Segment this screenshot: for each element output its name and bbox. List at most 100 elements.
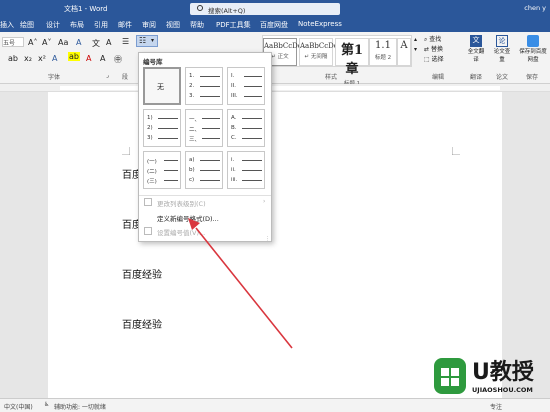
- format-line: [244, 86, 262, 87]
- select-button[interactable]: ⬚ 选择: [424, 55, 444, 65]
- format-line: [200, 160, 220, 161]
- editing-group-label: 编辑: [432, 74, 445, 81]
- font-case-icon[interactable]: Aa: [58, 38, 68, 47]
- translate-button[interactable]: 文 全文翻译: [466, 35, 486, 63]
- format-number: iii.: [231, 177, 238, 183]
- format-line: [158, 118, 178, 119]
- numbering-format-chinese-paren[interactable]: (一) (二) (三): [143, 151, 181, 189]
- tab-design[interactable]: 设计: [46, 20, 60, 30]
- tab-noteexpress[interactable]: NoteExpress: [298, 20, 342, 28]
- crop-mark-tl: [122, 147, 130, 155]
- paragraph-3[interactable]: 百度经验: [122, 266, 162, 281]
- tab-pdf-tools[interactable]: PDF工具集: [216, 20, 251, 30]
- format-line: [200, 180, 220, 181]
- numbering-icon: ☷: [139, 36, 147, 45]
- format-number: A.: [231, 115, 237, 121]
- title-bar: 文档1 - Word 搜索(Alt+Q) chen y: [0, 0, 550, 18]
- font-dialog-launcher-icon[interactable]: ⌟: [106, 72, 109, 79]
- char-shading-icon[interactable]: A: [100, 54, 105, 63]
- style-label: ↵ 无间隔: [304, 54, 328, 60]
- replace-button[interactable]: ⇄ 替换: [424, 45, 444, 55]
- grow-font-icon[interactable]: A˄: [28, 38, 37, 47]
- resize-grip-icon[interactable]: ⋮: [265, 236, 270, 242]
- numbering-format-paren[interactable]: 1) 2) 3): [143, 109, 181, 147]
- superscript-icon[interactable]: x²: [38, 54, 46, 63]
- find-label: 查找: [429, 36, 442, 43]
- format-number: 1.: [189, 73, 195, 79]
- format-number: 3.: [189, 93, 195, 99]
- submenu-arrow-icon: ›: [263, 198, 266, 205]
- numbering-library-title: 编号库: [143, 58, 163, 66]
- change-list-level-item[interactable]: 更改列表级别(C): [157, 198, 206, 208]
- strikethrough-icon[interactable]: ab: [8, 54, 18, 63]
- phonetic-icon[interactable]: 文: [92, 38, 100, 49]
- style-heading-1[interactable]: 第1章 标题 1: [335, 38, 369, 87]
- text-effects-icon[interactable]: A: [52, 54, 57, 63]
- search-box[interactable]: 搜索(Alt+Q): [190, 3, 340, 15]
- font-color-icon[interactable]: A: [86, 54, 91, 63]
- numbering-format-roman[interactable]: I. II. III.: [227, 67, 265, 105]
- format-number: (一): [147, 159, 157, 165]
- horizontal-ruler[interactable]: [0, 84, 550, 92]
- highlight-icon[interactable]: ab: [68, 52, 80, 61]
- enclose-char-icon[interactable]: ㊥: [114, 54, 122, 65]
- numbering-format-chinese[interactable]: 一、 二、 三、: [185, 109, 223, 147]
- language-status[interactable]: 中文(中国): [4, 402, 33, 411]
- tab-references[interactable]: 引用: [94, 20, 108, 30]
- accessibility-status[interactable]: 辅助功能: 一切就绪: [54, 402, 106, 411]
- paper-check-button[interactable]: 论 论文查重: [492, 35, 512, 63]
- shrink-font-icon[interactable]: A˅: [42, 38, 51, 47]
- tab-baidu-pan[interactable]: 百度网盘: [260, 20, 288, 30]
- format-line: [242, 160, 262, 161]
- style-preview: 第1章: [340, 43, 364, 77]
- style-heading-2[interactable]: 1.1 标题 2: [369, 38, 397, 66]
- style-title[interactable]: A: [397, 38, 411, 66]
- set-numbering-value-item[interactable]: 设置编号值(V)...: [157, 227, 205, 237]
- styles-scroll-up-icon[interactable]: ▴: [414, 36, 417, 43]
- char-border-icon[interactable]: A: [106, 38, 111, 47]
- clear-format-icon[interactable]: A: [76, 38, 81, 47]
- tab-review[interactable]: 审阅: [142, 20, 156, 30]
- bullets-icon[interactable]: ☰: [122, 37, 129, 46]
- numbering-format-lower-alpha[interactable]: a) b) c): [185, 151, 223, 189]
- user-name[interactable]: chen y: [524, 4, 546, 12]
- format-number: (二): [147, 169, 157, 175]
- font-name-dropdown[interactable]: 五号: [2, 37, 24, 47]
- tab-mailings[interactable]: 邮件: [118, 20, 132, 30]
- find-button[interactable]: ⌕ 查找: [424, 35, 444, 45]
- tab-layout[interactable]: 布局: [70, 20, 84, 30]
- define-new-number-format-item[interactable]: 定义新编号格式(D)...: [157, 213, 219, 223]
- menu-divider: [139, 195, 271, 196]
- none-label: 无: [157, 83, 164, 91]
- save-to-baidu-button[interactable]: 保存到百度网盘: [518, 35, 548, 63]
- tab-help[interactable]: 帮助: [190, 20, 204, 30]
- style-no-spacing[interactable]: AaBbCcDc ↵ 无间隔: [299, 38, 338, 66]
- format-line: [202, 128, 220, 129]
- styles-scroll-down-icon[interactable]: ▾: [414, 46, 417, 53]
- numbering-button[interactable]: ☷ ▾: [136, 35, 158, 47]
- tab-view[interactable]: 视图: [166, 20, 180, 30]
- styles-group-label: 样式: [325, 74, 338, 81]
- tab-insert[interactable]: 插入: [0, 20, 14, 30]
- paper-group-label: 论文: [496, 74, 509, 81]
- subscript-icon[interactable]: x₂: [24, 54, 32, 63]
- format-line: [242, 118, 262, 119]
- numbering-format-arabic[interactable]: 1. 2. 3.: [185, 67, 223, 105]
- numbering-none[interactable]: 无: [143, 67, 181, 105]
- style-preview: 1.1: [375, 40, 391, 51]
- format-number: C.: [231, 135, 237, 141]
- tab-draw[interactable]: 绘图: [20, 20, 34, 30]
- format-line: [200, 76, 220, 77]
- paper-check-icon: 论: [496, 35, 508, 47]
- logo-mark-icon: [434, 358, 466, 394]
- paper-check-label: 论文查重: [493, 49, 511, 63]
- numbering-format-upper-alpha[interactable]: A. B. C.: [227, 109, 265, 147]
- numbering-format-lower-roman[interactable]: i. ii. iii.: [227, 151, 265, 189]
- search-placeholder: 搜索(Alt+Q): [208, 7, 246, 15]
- paragraph-4[interactable]: 百度经验: [122, 316, 162, 331]
- font-group-label: 字体: [48, 74, 61, 81]
- style-preview: AaBbCcDc: [300, 42, 338, 50]
- select-icon: ⬚: [424, 56, 432, 63]
- window-title: 文档1 - Word: [64, 5, 108, 13]
- search-icon: [197, 5, 203, 11]
